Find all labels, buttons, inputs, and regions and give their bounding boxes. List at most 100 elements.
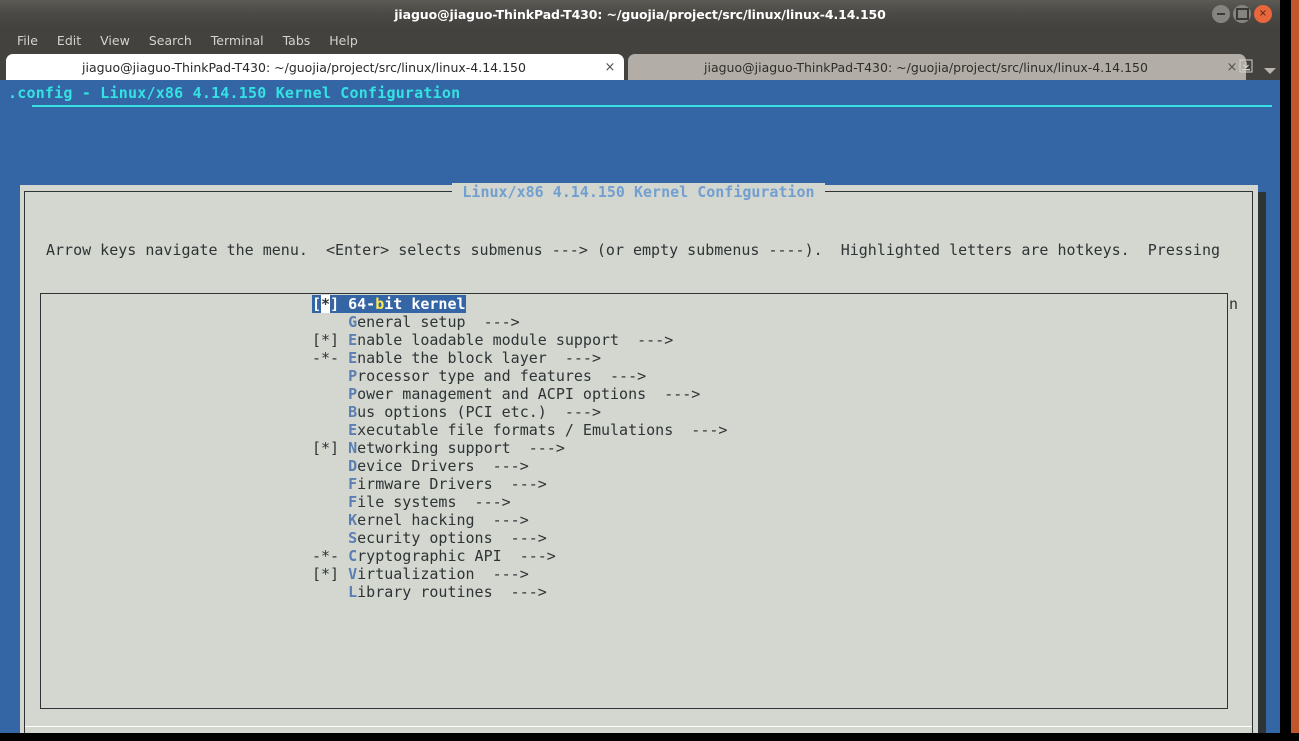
submenu-arrow-icon: --->	[619, 331, 674, 349]
menu-item-label: ernel hacking	[357, 511, 475, 529]
menu-item-hotkey: b	[375, 295, 385, 313]
config-menu-item[interactable]: [*] Networking support --->	[41, 439, 1227, 457]
menubar-item-help[interactable]: Help	[320, 30, 367, 51]
menu-item-label: irtualization	[357, 565, 475, 583]
config-menu-item[interactable]: Security options --->	[41, 529, 1227, 547]
menu-item-label: xecutable file formats / Emulations	[357, 421, 674, 439]
close-icon[interactable]: ×	[1254, 5, 1272, 23]
menu-item-tag-open: [	[312, 295, 322, 313]
menu-item-tag: -*-	[312, 349, 349, 367]
config-menu-item[interactable]: Bus options (PCI etc.) --->	[41, 403, 1227, 421]
config-menu-item[interactable]: Device Drivers --->	[41, 457, 1227, 475]
menubar-item-file[interactable]: File	[8, 30, 47, 51]
menu-item-tag	[312, 529, 348, 547]
config-menu-list: [*] 64-bit kernel General setup ---> [*] …	[41, 295, 1227, 708]
submenu-arrow-icon: --->	[673, 421, 728, 439]
menu-item-hotkey: B	[348, 403, 358, 421]
menu-item-hotkey: P	[348, 367, 358, 385]
menu-item-tag	[312, 475, 348, 493]
terminal-tab-inactive[interactable]: jiaguo@jiaguo-ThinkPad-T430: ~/guojia/pr…	[628, 54, 1246, 80]
tab-close-icon[interactable]: ×	[602, 60, 618, 75]
submenu-arrow-icon: --->	[646, 385, 701, 403]
submenu-arrow-icon: --->	[510, 439, 565, 457]
window-titlebar[interactable]: jiaguo@jiaguo-ThinkPad-T430: ~/guojia/pr…	[0, 0, 1280, 28]
config-menu-item[interactable]: General setup --->	[41, 313, 1227, 331]
config-menu-item[interactable]: -*- Enable the block layer --->	[41, 349, 1227, 367]
menu-item-hotkey: K	[348, 511, 358, 529]
config-menu-item[interactable]: File systems --->	[41, 493, 1227, 511]
submenu-arrow-icon: --->	[456, 493, 511, 511]
menu-item-label: evice Drivers	[357, 457, 475, 475]
terminal-window: jiaguo@jiaguo-ThinkPad-T430: ~/guojia/pr…	[0, 0, 1280, 733]
menu-item-hotkey: F	[348, 493, 358, 511]
menu-item-hotkey: N	[348, 439, 358, 457]
config-menu-item[interactable]: -*- Cryptographic API --->	[41, 547, 1227, 565]
maximize-icon[interactable]	[1233, 5, 1251, 23]
menu-item-tag: -*-	[312, 547, 349, 565]
menu-item-hotkey: E	[348, 349, 358, 367]
desktop-edge-orange	[1291, 0, 1299, 741]
config-menu-item[interactable]: [*] 64-bit kernel	[41, 295, 1227, 313]
config-menu-item[interactable]: [*] Virtualization --->	[41, 565, 1227, 583]
menu-item-hotkey: L	[348, 583, 358, 601]
config-menu-item[interactable]: Processor type and features --->	[41, 367, 1227, 385]
kernel-config-header: .config - Linux/x86 4.14.150 Kernel Conf…	[8, 84, 461, 102]
dialog-heading-text: Linux/x86 4.14.150 Kernel Configuration	[452, 183, 825, 201]
separator-top	[25, 726, 1252, 727]
menu-item-label: irmware Drivers	[357, 475, 493, 493]
menu-item-hotkey: E	[348, 421, 358, 439]
menu-item-tag	[312, 385, 348, 403]
submenu-arrow-icon: --->	[492, 583, 547, 601]
tab-label: jiaguo@jiaguo-ThinkPad-T430: ~/guojia/pr…	[82, 59, 526, 75]
menu-item-tag	[312, 583, 348, 601]
desktop-edge-black	[1280, 0, 1291, 741]
submenu-arrow-icon: --->	[501, 547, 556, 565]
config-menu-box: [*] 64-bit kernel General setup ---> [*] …	[40, 293, 1228, 709]
menubar-item-terminal[interactable]: Terminal	[202, 30, 273, 51]
window-title: jiaguo@jiaguo-ThinkPad-T430: ~/guojia/pr…	[394, 6, 886, 22]
menu-item-label: ibrary routines	[357, 583, 493, 601]
menu-item-tag	[312, 421, 348, 439]
config-menu-item[interactable]: Kernel hacking --->	[41, 511, 1227, 529]
chevron-down-icon[interactable]	[1264, 68, 1276, 74]
menu-item-cursor: *	[321, 295, 331, 313]
menu-item-label: eneral setup	[357, 313, 466, 331]
terminal-tab-active[interactable]: jiaguo@jiaguo-ThinkPad-T430: ~/guojia/pr…	[6, 54, 624, 80]
config-menu-item[interactable]: Executable file formats / Emulations ---…	[41, 421, 1227, 439]
menu-item-hotkey: D	[348, 457, 358, 475]
menu-item-label: ile systems	[357, 493, 457, 511]
menu-item-label: nable the block layer	[357, 349, 547, 367]
config-menu-item-selected: [*] 64-bit kernel	[312, 295, 466, 313]
tab-list-icon[interactable]	[1236, 56, 1256, 76]
menubar-item-edit[interactable]: Edit	[48, 30, 90, 51]
menu-item-hotkey: C	[348, 547, 358, 565]
menubar-item-view[interactable]: View	[91, 30, 139, 51]
terminal-body: .config - Linux/x86 4.14.150 Kernel Conf…	[0, 80, 1280, 733]
minimize-icon[interactable]	[1212, 5, 1230, 23]
window-controls: ×	[1212, 0, 1272, 28]
menu-item-tag: [*]	[312, 439, 349, 457]
config-menu-item[interactable]: Library routines --->	[41, 583, 1227, 601]
kernel-config-dialog: Linux/x86 4.14.150 Kernel Configuration …	[20, 183, 1258, 733]
screen-bottom-strip	[0, 733, 1299, 741]
menu-item-tag	[312, 403, 348, 421]
menu-item-tag: [*]	[312, 331, 349, 349]
dialog-heading: Linux/x86 4.14.150 Kernel Configuration	[25, 183, 1252, 201]
menu-item-label: etworking support	[357, 439, 511, 457]
config-menu-item[interactable]: Firmware Drivers --->	[41, 475, 1227, 493]
submenu-arrow-icon: --->	[492, 529, 547, 547]
menu-item-label: ower management and ACPI options	[357, 385, 647, 403]
help-line-1: Arrow keys navigate the menu. <Enter> se…	[46, 241, 1220, 259]
menu-item-label: nable loadable module support	[357, 331, 620, 349]
menubar-item-tabs[interactable]: Tabs	[274, 30, 320, 51]
submenu-arrow-icon: --->	[465, 313, 520, 331]
desktop: jiaguo@jiaguo-ThinkPad-T430: ~/guojia/pr…	[0, 0, 1299, 741]
menu-item-tag	[312, 511, 348, 529]
submenu-arrow-icon: --->	[591, 367, 647, 385]
config-menu-item[interactable]: [*] Enable loadable module support --->	[41, 331, 1227, 349]
config-menu-item[interactable]: Power management and ACPI options --->	[41, 385, 1227, 403]
menu-item-hotkey: P	[348, 385, 358, 403]
menu-item-label-pre: 64-	[348, 295, 376, 313]
menubar-item-search[interactable]: Search	[140, 30, 201, 51]
menu-item-hotkey: V	[348, 565, 358, 583]
